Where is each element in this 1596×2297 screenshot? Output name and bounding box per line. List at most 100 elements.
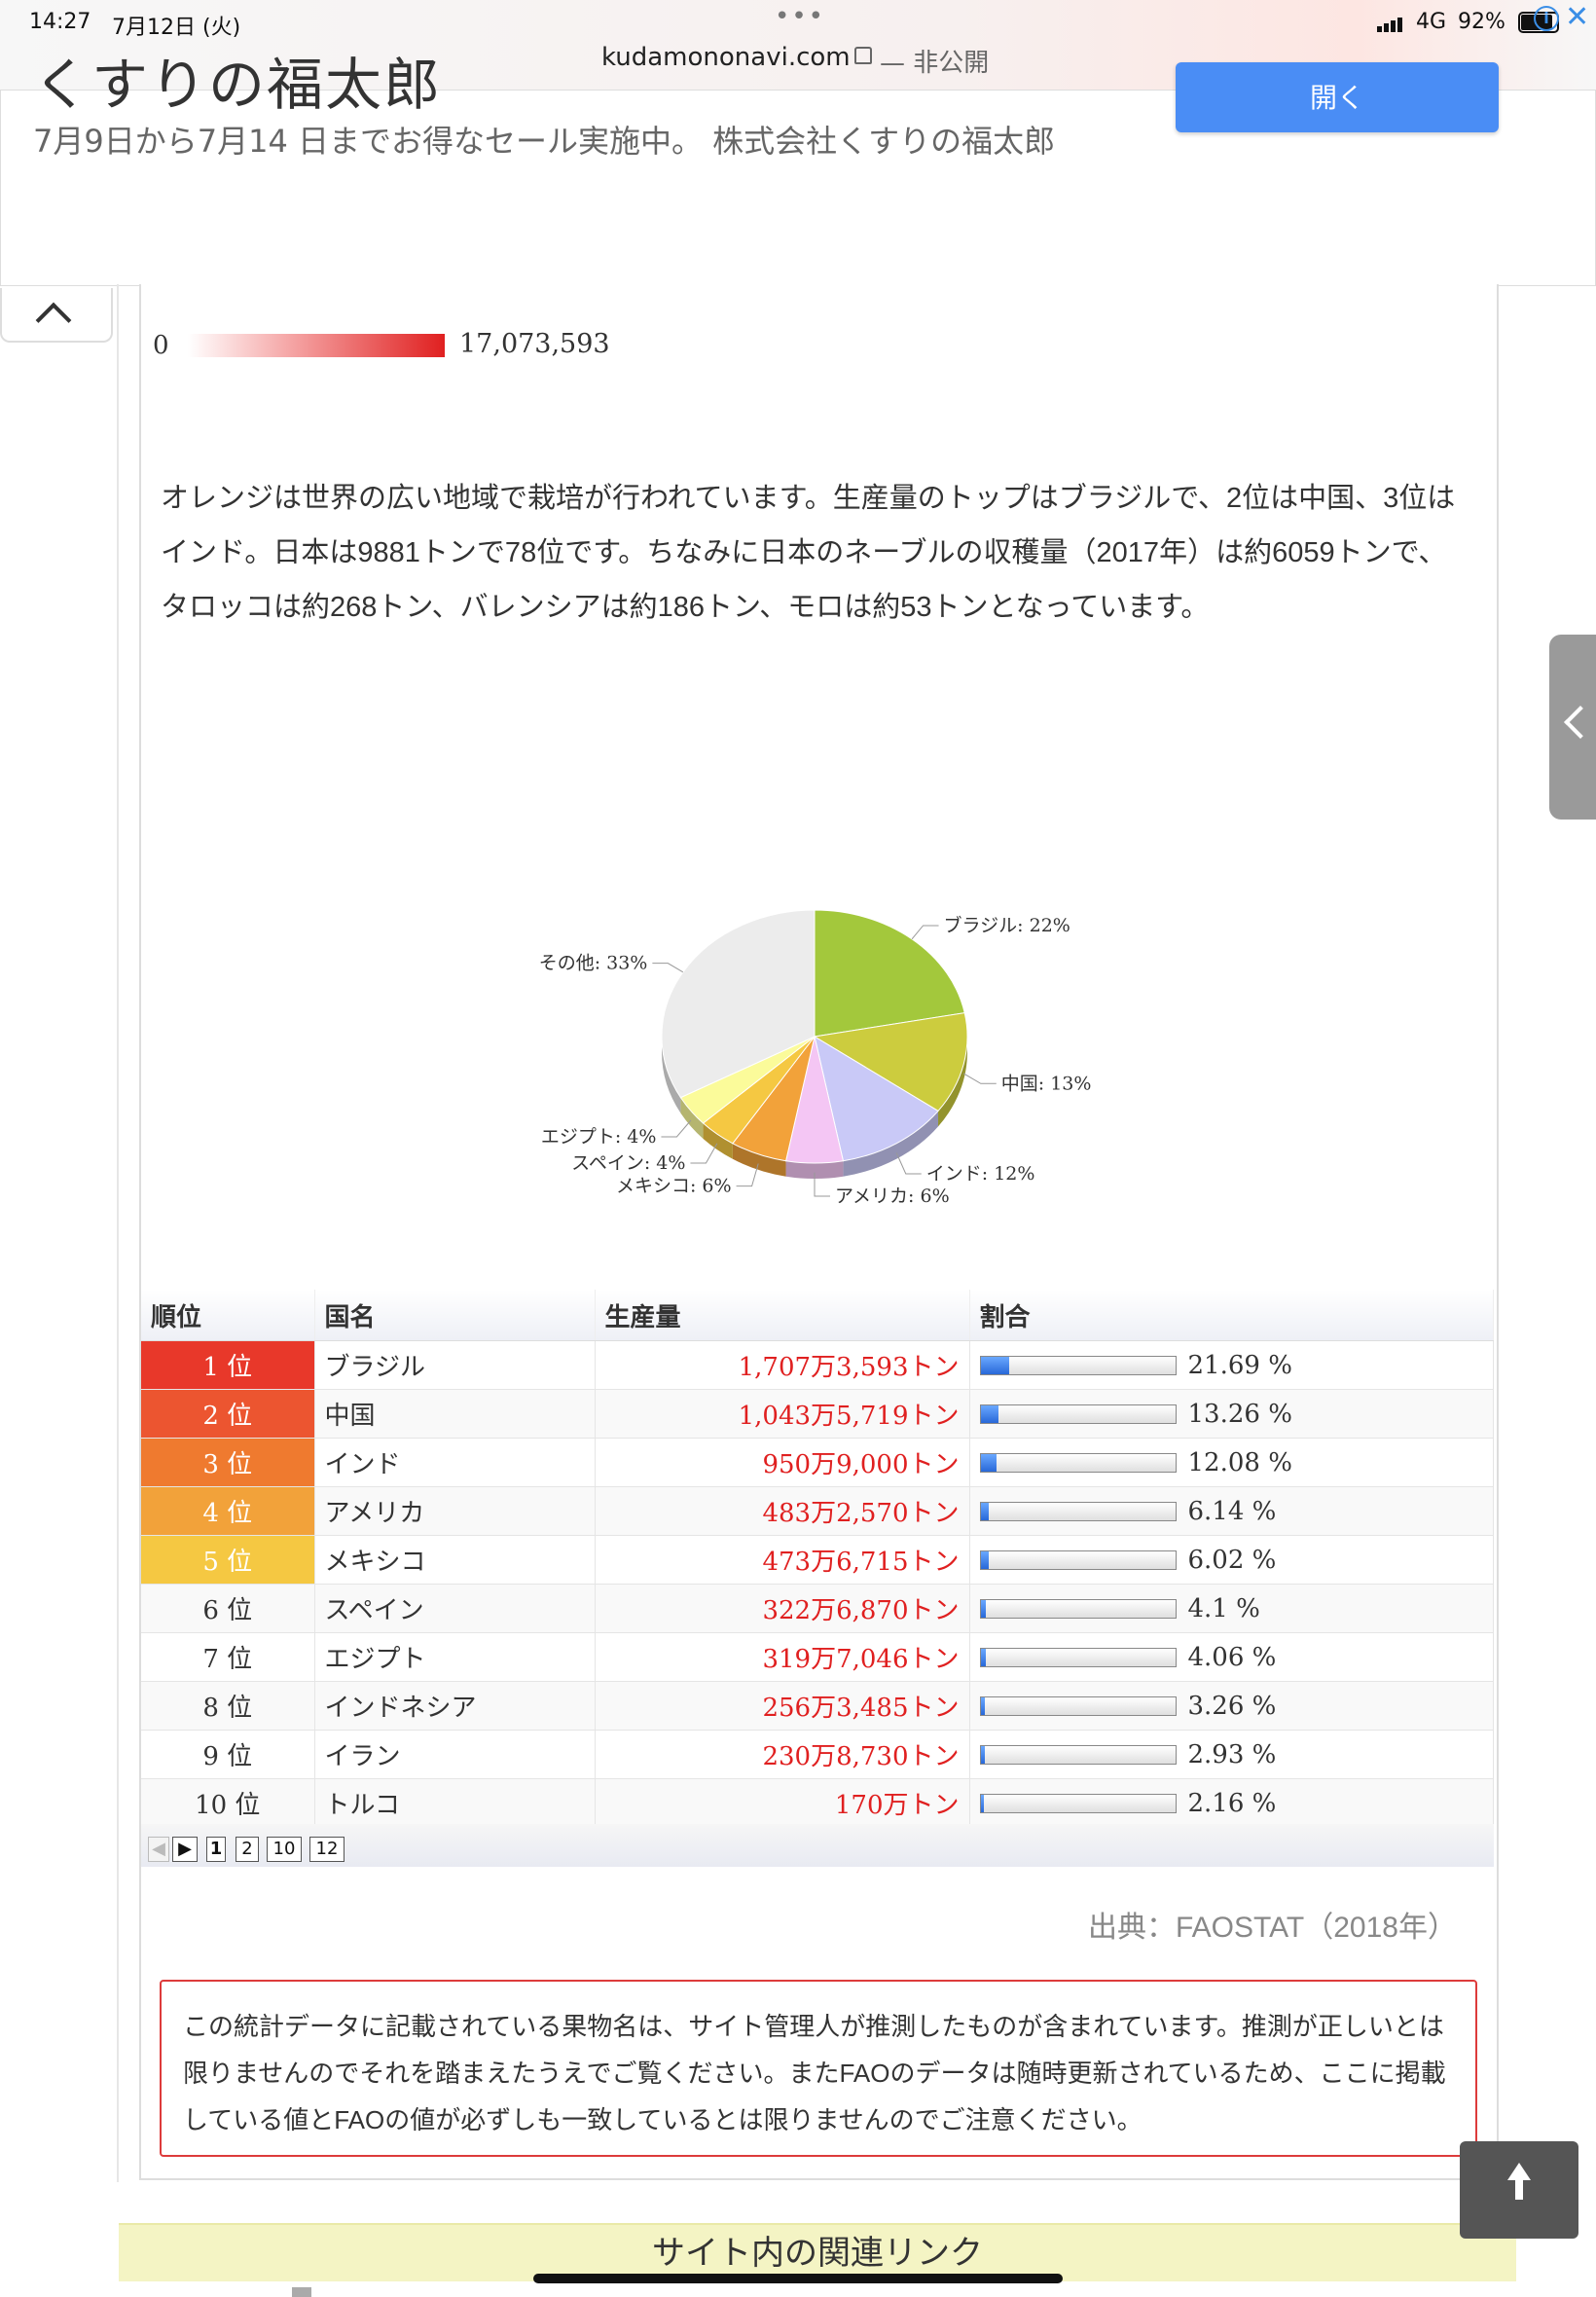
rank-cell: 3 位 <box>141 1438 315 1487</box>
home-indicator <box>533 2274 1063 2283</box>
table-row: 1 位ブラジル 1,707万3,593トン 21.69 % <box>141 1340 1494 1390</box>
production-cell: 1,043万5,719トン <box>595 1389 970 1439</box>
production-cell: 230万8,730トン <box>595 1730 970 1779</box>
ad-description[interactable]: 7月9日から7月14 日までお得なセール実施中。 株式会社くすりの福太郎 <box>33 117 1055 162</box>
table-row: 2 位中国 1,043万5,719トン 13.26 % <box>141 1389 1494 1439</box>
production-cell: 483万2,570トン <box>595 1486 970 1536</box>
country-cell: ブラジル <box>314 1340 596 1390</box>
production-cell: 950万9,000トン <box>595 1438 970 1487</box>
rank-cell: 6 位 <box>141 1584 315 1633</box>
production-cell: 170万トン <box>595 1778 970 1828</box>
share-percent: 4.06 % <box>1187 1643 1277 1672</box>
table-row: 10 位トルコ 170万トン 2.16 % <box>141 1778 1494 1828</box>
header-production[interactable]: 生産量 <box>595 1290 970 1341</box>
pie-slice-label: ブラジル: 22% <box>944 914 1070 936</box>
pager-page-2[interactable]: 2 <box>236 1837 259 1862</box>
share-bar-fill <box>980 1697 985 1715</box>
network-label: 4G <box>1416 10 1447 34</box>
legend-gradient-bar <box>188 334 445 357</box>
table-header-row: 順位 国名 生産量 割合 <box>141 1290 1494 1341</box>
share-percent: 21.69 % <box>1187 1351 1292 1380</box>
share-bar <box>979 1356 1177 1375</box>
header-rank[interactable]: 順位 <box>141 1290 315 1341</box>
share-percent: 13.26 % <box>1187 1400 1292 1429</box>
production-cell: 322万6,870トン <box>595 1584 970 1633</box>
production-cell: 256万3,485トン <box>595 1681 970 1731</box>
close-icon[interactable]: ✕ <box>1565 0 1589 34</box>
share-percent: 4.1 % <box>1187 1594 1260 1623</box>
share-cell: 2.93 % <box>969 1730 1494 1779</box>
pager-prev-button[interactable]: ◀ <box>148 1837 169 1862</box>
share-bar <box>979 1648 1177 1667</box>
header-share[interactable]: 割合 <box>969 1290 1494 1341</box>
battery-percent: 92% <box>1458 10 1505 34</box>
more-dots-icon[interactable]: ••• <box>775 2 825 31</box>
share-percent: 3.26 % <box>1187 1692 1277 1721</box>
rank-cell: 1 位 <box>141 1340 315 1390</box>
share-bar <box>979 1794 1177 1813</box>
table-row: 3 位インド 950万9,000トン 12.08 % <box>141 1438 1494 1487</box>
country-cell: インドネシア <box>314 1681 596 1731</box>
pie-leader-line <box>652 963 684 973</box>
country-cell: スペイン <box>314 1584 596 1633</box>
pager-page-1[interactable]: 1 <box>206 1837 226 1862</box>
pie-slice-label: スペイン: 4% <box>571 1152 685 1174</box>
share-bar-fill <box>980 1454 997 1472</box>
country-cell: メキシコ <box>314 1535 596 1585</box>
share-bar <box>979 1696 1177 1716</box>
rank-cell: 7 位 <box>141 1632 315 1682</box>
production-cell: 473万6,715トン <box>595 1535 970 1585</box>
share-cell: 6.02 % <box>969 1535 1494 1585</box>
share-bar-fill <box>980 1600 986 1618</box>
pager-page-12[interactable]: 12 <box>309 1837 345 1862</box>
info-icon[interactable]: i <box>1534 6 1559 31</box>
table-row: 5 位メキシコ 473万6,715トン 6.02 % <box>141 1535 1494 1585</box>
pie-leader-line <box>911 925 939 940</box>
status-time: 14:27 <box>29 10 91 34</box>
arrow-up-icon-stem[interactable] <box>1515 2178 1523 2200</box>
share-bar <box>979 1502 1177 1521</box>
share-bar-fill <box>980 1649 986 1666</box>
address-url[interactable]: kudamononavi.com <box>601 43 851 72</box>
header-country[interactable]: 国名 <box>314 1290 596 1341</box>
share-cell: 2.16 % <box>969 1778 1494 1828</box>
share-bar-fill <box>980 1795 984 1812</box>
pie-slice-label: インド: 12% <box>926 1163 1035 1185</box>
notice-text: この統計データに記載されている果物名は、サイト管理人が推測したものが含まれていま… <box>183 2012 1446 2134</box>
share-bar <box>979 1453 1177 1473</box>
signal-icon <box>1377 14 1404 32</box>
production-cell: 319万7,046トン <box>595 1632 970 1682</box>
production-pie-chart: ブラジル: 22% 中国: 13% インド: 12%アメリカ: 6% メキシコ: 6%… <box>539 909 1092 1207</box>
production-cell: 1,707万3,593トン <box>595 1340 970 1390</box>
share-percent: 6.02 % <box>1187 1546 1277 1575</box>
intro-paragraph: オレンジは世界の広い地域で栽培が行われています。生産量のトップはブラジルで、2位… <box>161 483 1456 623</box>
country-cell: エジプト <box>314 1632 596 1682</box>
ad-title[interactable]: くすりの福太郎 <box>33 39 442 121</box>
pie-leader-line <box>661 1119 692 1138</box>
lock-icon <box>854 47 872 64</box>
share-cell: 4.1 % <box>969 1584 1494 1633</box>
rank-cell: 10 位 <box>141 1778 315 1828</box>
legend-min: 0 <box>153 331 169 360</box>
rank-cell: 8 位 <box>141 1681 315 1731</box>
share-bar-fill <box>980 1405 998 1423</box>
share-bar <box>979 1745 1177 1765</box>
share-percent: 2.93 % <box>1187 1740 1277 1769</box>
table-row: 6 位スペイン 322万6,870トン 4.1 % <box>141 1584 1494 1633</box>
pager-next-button[interactable]: ▶ <box>172 1837 198 1862</box>
share-bar <box>979 1550 1177 1570</box>
table-body: 1 位ブラジル 1,707万3,593トン 21.69 % 2 位中国 1,043万5,… <box>141 1340 1494 1828</box>
ad-open-button[interactable]: 開く <box>1176 62 1499 132</box>
share-cell: 13.26 % <box>969 1389 1494 1439</box>
scroll-stub <box>292 2287 311 2297</box>
pager-page-10[interactable]: 10 <box>267 1837 302 1862</box>
pie-slice-label: その他: 33% <box>539 953 648 974</box>
table-row: 7 位エジプト 319万7,046トン 4.06 % <box>141 1632 1494 1682</box>
rank-cell: 9 位 <box>141 1730 315 1779</box>
related-links-heading: サイト内の関連リンク <box>119 2223 1516 2281</box>
pie-slice-label: 中国: 13% <box>1001 1073 1092 1094</box>
pie-slice-label: エジプト: 4% <box>541 1126 657 1148</box>
share-percent: 2.16 % <box>1187 1789 1277 1818</box>
country-cell: 中国 <box>314 1389 596 1439</box>
country-cell: インド <box>314 1438 596 1487</box>
